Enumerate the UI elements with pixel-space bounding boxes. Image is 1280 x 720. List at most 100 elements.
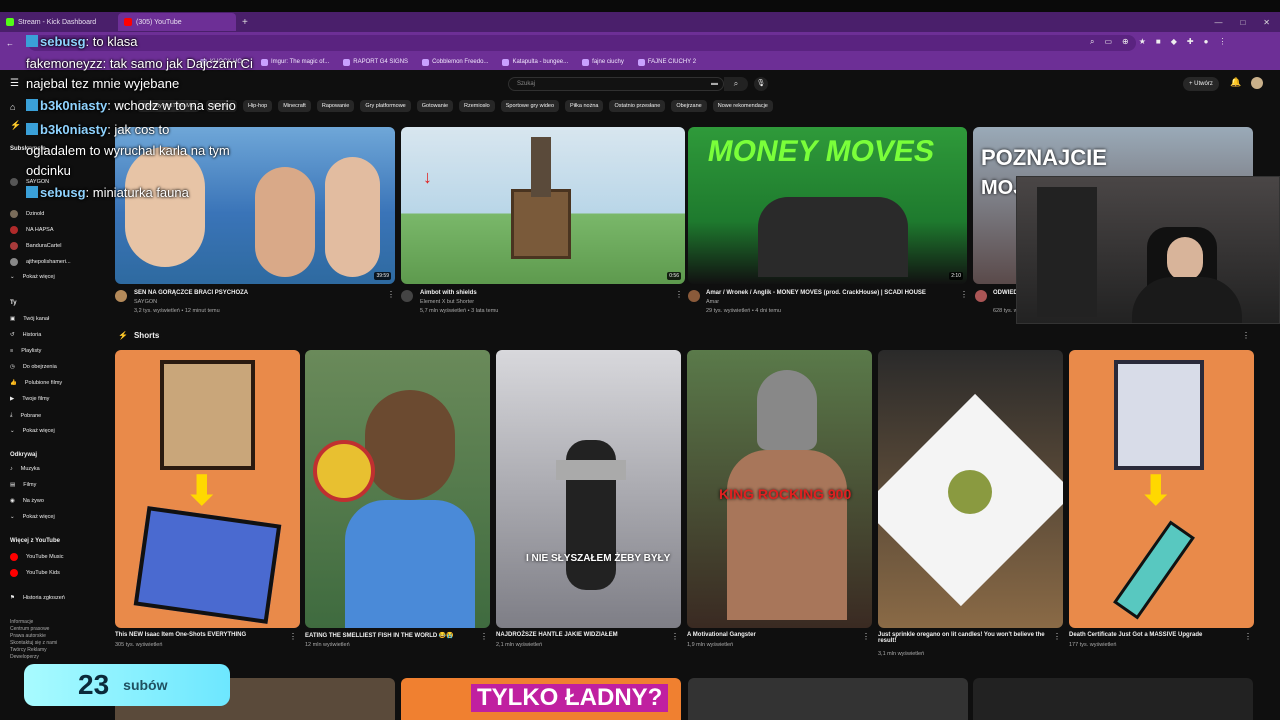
sidebar-item-playlists[interactable]: ≡ Playlisty	[10, 348, 41, 354]
filter-chip[interactable]: Rzemiosło	[459, 100, 495, 112]
sidebar-item-sub[interactable]: ajthepolishameri...	[10, 258, 71, 266]
more-options-icon[interactable]: ⋮	[960, 290, 968, 299]
video-thumbnail[interactable]: TYLKO ŁADNY?	[401, 678, 681, 720]
sidebar-item-channel[interactable]: ▣ Twój kanał	[10, 316, 49, 322]
short-thumbnail[interactable]: ⬇	[1069, 350, 1254, 628]
sidebar-item-sub[interactable]: BandurаCartel	[10, 242, 61, 250]
minimize-icon[interactable]: —	[1214, 18, 1222, 27]
short-title[interactable]: This NEW Isaac Item One-Shots EVERYTHING	[115, 632, 295, 638]
sidebar-item-music[interactable]: ♪ Muzyka	[10, 466, 40, 472]
browser-tab-youtube[interactable]: (305) YouTube	[118, 13, 236, 31]
sidebar-item-yt-kids[interactable]: YouTube Kids	[10, 569, 60, 577]
sidebar-item-sub[interactable]: NA HAPSA	[10, 226, 54, 234]
more-options-icon[interactable]: ⋮	[671, 632, 679, 641]
bookmark-item[interactable]: Katapulta - bungee...	[502, 58, 568, 66]
shield-icon[interactable]: ◆	[1171, 37, 1177, 47]
footer-link[interactable]: Deweloperzy	[10, 654, 57, 661]
extension-icon[interactable]: ■	[1156, 37, 1161, 47]
sidebar-item-movies[interactable]: ▤ Filmy	[10, 482, 36, 488]
short-thumbnail[interactable]: KING ROCKING 900	[687, 350, 872, 628]
search-button[interactable]: ⌕	[724, 77, 748, 91]
channel-name[interactable]: Element X but Shorter	[420, 299, 474, 305]
channel-avatar[interactable]	[688, 290, 700, 302]
sidebar-show-more[interactable]: ⌄ Pokaż więcej	[10, 428, 55, 434]
short-thumbnail[interactable]	[878, 350, 1063, 628]
filter-chip[interactable]: Ostatnio przesłane	[609, 100, 666, 112]
more-options-icon[interactable]: ⋮	[289, 632, 297, 641]
search-input[interactable]: Szukaj	[508, 77, 724, 91]
footer-link[interactable]: Informacje	[10, 619, 57, 626]
sidebar-item-home[interactable]: ⌂	[10, 102, 15, 112]
more-options-icon[interactable]: ⋮	[387, 290, 395, 299]
create-button[interactable]: + Utwórz	[1183, 77, 1219, 91]
sidebar-show-more[interactable]: ⌄ Pokaż więcej	[10, 274, 55, 280]
hamburger-icon[interactable]: ☰	[10, 78, 19, 89]
short-thumbnail[interactable]	[305, 350, 490, 628]
bookmark-item[interactable]: FAJNE CIUCHY 2	[637, 58, 696, 66]
filter-chip[interactable]: Nowe rekomendacje	[712, 100, 773, 112]
channel-avatar[interactable]	[115, 290, 127, 302]
channel-avatar[interactable]	[401, 290, 413, 302]
short-title[interactable]: EATING THE SMELLIEST FISH IN THE WORLD 😂…	[305, 632, 485, 639]
sidebar-item-shorts[interactable]: ⚡	[10, 120, 21, 131]
footer-link[interactable]: Twórcy Reklamy	[10, 647, 57, 654]
video-thumbnail[interactable]: MONEY MOVES 2:10	[688, 127, 967, 284]
close-icon[interactable]: ✕	[1263, 18, 1270, 27]
sidebar-you-header[interactable]: Ty	[10, 300, 17, 306]
sidebar-item-report-history[interactable]: ⚑ Historia zgłoszeń	[10, 595, 65, 601]
short-title[interactable]: Just sprinkle oregano on lit candles! Yo…	[878, 632, 1058, 644]
avatar[interactable]	[1251, 77, 1263, 89]
maximize-icon[interactable]: □	[1240, 18, 1245, 27]
bookmark-item[interactable]: Cobblemon Freedo...	[422, 58, 488, 66]
more-options-icon[interactable]: ⋮	[1244, 632, 1252, 641]
cast-icon[interactable]: ▭	[1104, 37, 1112, 47]
filter-chip[interactable]: Piłka nożna	[565, 100, 604, 112]
video-title[interactable]: SEN NA GORĄCZCE BRACI PSYCHOZA	[134, 290, 248, 296]
address-bar[interactable]	[28, 35, 1136, 51]
profile-icon[interactable]: ●	[1204, 37, 1209, 47]
puzzle-icon[interactable]: ✚	[1187, 37, 1194, 47]
sidebar-item-your-videos[interactable]: ▶ Twoje filmy	[10, 396, 49, 402]
search-icon[interactable]: ⌕	[1090, 37, 1094, 47]
sidebar-item-live[interactable]: ◉ Na żywo	[10, 498, 44, 504]
filter-chip[interactable]: Hip-hop	[242, 100, 273, 112]
keyboard-icon[interactable]: ▬	[711, 80, 718, 87]
footer-link[interactable]: Prawa autorskie	[10, 633, 57, 640]
channel-avatar[interactable]	[975, 290, 987, 302]
bookmark-item[interactable]: fajne ciuchy	[582, 58, 624, 66]
filter-chip[interactable]: Gotowanie	[416, 100, 454, 112]
filter-chip[interactable]: Sportowe gry wideo	[500, 100, 560, 112]
sidebar-item-watch-later[interactable]: ◷ Do obejrzenia	[10, 364, 57, 370]
sidebar-item-sub[interactable]: Dzinold	[10, 210, 44, 218]
video-title[interactable]: Aimbot with shields	[420, 290, 477, 296]
bookmark-item[interactable]: RAPORT G4 SIGNS	[343, 58, 408, 66]
more-options-icon[interactable]: ⋮	[480, 632, 488, 641]
filter-chip[interactable]: Rapowanie	[316, 100, 355, 112]
footer-link[interactable]: Skontaktuj się z nami	[10, 640, 57, 647]
short-thumbnail[interactable]: I NIE SŁYSZAŁEM ŻEBY BYŁY	[496, 350, 681, 628]
zoom-icon[interactable]: ⊕	[1122, 37, 1129, 47]
new-tab-icon[interactable]: +	[242, 17, 248, 28]
more-options-icon[interactable]: ⋮	[1053, 632, 1061, 641]
short-title[interactable]: NAJDROŻSZE HANTLE JAKIE WIDZIAŁEM	[496, 632, 676, 638]
browser-tab-kick[interactable]: Stream - Kick Dashboard	[0, 13, 118, 31]
short-thumbnail[interactable]: ⬇	[115, 350, 300, 628]
channel-name[interactable]: Amar	[706, 299, 719, 305]
sidebar-show-more[interactable]: ⌄ Pokaż więcej	[10, 514, 55, 520]
more-options-icon[interactable]: ⋮	[1242, 331, 1250, 340]
footer-link[interactable]: Centrum prasowe	[10, 626, 57, 633]
short-title[interactable]: Death Certificate Just Got a MASSIVE Upg…	[1069, 632, 1249, 638]
bell-icon[interactable]: 🔔	[1230, 77, 1241, 88]
video-title[interactable]: Amar / Wronek / Anglik - MONEY MOVES (pr…	[706, 290, 926, 296]
bookmark-item[interactable]: Imgur: The magic of...	[261, 58, 329, 66]
video-thumbnail[interactable]: ↓ 0:56	[401, 127, 685, 284]
star-icon[interactable]: ★	[1139, 37, 1146, 47]
short-title[interactable]: A Motivational Gangster	[687, 632, 867, 638]
sidebar-item-yt-music[interactable]: YouTube Music	[10, 553, 64, 561]
filter-chip[interactable]: Minecraft	[278, 100, 311, 112]
mic-button[interactable]: 🎙	[754, 77, 768, 91]
sidebar-item-liked[interactable]: 👍 Polubione filmy	[10, 380, 62, 386]
menu-icon[interactable]: ⋮	[1218, 37, 1226, 47]
sidebar-item-downloads[interactable]: ⤓ Pobrane	[10, 412, 41, 419]
more-options-icon[interactable]: ⋮	[862, 632, 870, 641]
